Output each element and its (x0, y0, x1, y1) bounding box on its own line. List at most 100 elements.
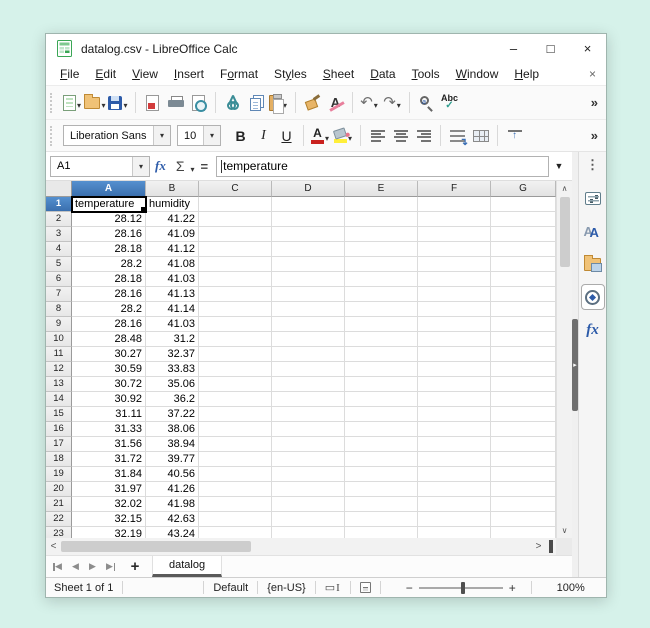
cell-A14[interactable]: 30.92 (72, 392, 146, 407)
row-header-10[interactable]: 10 (46, 332, 72, 347)
cell-C16[interactable] (199, 422, 272, 437)
new-document-button[interactable]: ▾ (61, 90, 84, 116)
cell-A19[interactable]: 31.84 (72, 467, 146, 482)
cell-A7[interactable]: 28.16 (72, 287, 146, 302)
horizontal-scroll-thumb[interactable] (61, 541, 251, 552)
print-button[interactable] (164, 90, 187, 116)
cell-F16[interactable] (418, 422, 491, 437)
cell-C19[interactable] (199, 467, 272, 482)
cell-G2[interactable] (491, 212, 556, 227)
cell-C22[interactable] (199, 512, 272, 527)
cell-A9[interactable]: 28.16 (72, 317, 146, 332)
menu-file[interactable]: File (52, 65, 87, 83)
row-header-8[interactable]: 8 (46, 302, 72, 317)
align-top-button[interactable]: ↑ (503, 123, 526, 149)
cell-C7[interactable] (199, 287, 272, 302)
horizontal-scrollbar[interactable]: < > (46, 538, 556, 555)
cell-B11[interactable]: 32.37 (146, 347, 199, 362)
next-sheet-button[interactable]: ▶ (84, 558, 101, 576)
cell-E10[interactable] (345, 332, 418, 347)
cell-E11[interactable] (345, 347, 418, 362)
column-header-G[interactable]: G (491, 181, 556, 197)
menu-styles[interactable]: Styles (266, 65, 315, 83)
sidebar-properties-button[interactable] (581, 185, 605, 211)
cell-F7[interactable] (418, 287, 491, 302)
cell-D23[interactable] (272, 527, 345, 538)
name-box[interactable]: A1 ▾ (50, 156, 150, 177)
zoom-in-button[interactable]: + (503, 581, 522, 595)
cell-B12[interactable]: 33.83 (146, 362, 199, 377)
cell-A3[interactable]: 28.16 (72, 227, 146, 242)
name-box-dropdown-arrow[interactable]: ▾ (132, 157, 149, 176)
cell-A2[interactable]: 28.12 (72, 212, 146, 227)
find-replace-button[interactable]: a (415, 90, 438, 116)
sidebar-functions-button[interactable]: fx (581, 317, 605, 343)
zoom-slider[interactable] (419, 587, 503, 589)
row-header-19[interactable]: 19 (46, 467, 72, 482)
cell-B3[interactable]: 41.09 (146, 227, 199, 242)
scroll-down-arrow[interactable]: ∨ (557, 523, 572, 538)
clear-formatting-button[interactable]: A (324, 90, 347, 116)
cell-F23[interactable] (418, 527, 491, 538)
cell-C14[interactable] (199, 392, 272, 407)
save-button[interactable]: ▾ (107, 90, 130, 116)
print-preview-button[interactable] (187, 90, 210, 116)
column-header-F[interactable]: F (418, 181, 491, 197)
cell-B14[interactable]: 36.2 (146, 392, 199, 407)
cell-E20[interactable] (345, 482, 418, 497)
cell-C21[interactable] (199, 497, 272, 512)
cell-B18[interactable]: 39.77 (146, 452, 199, 467)
row-header-20[interactable]: 20 (46, 482, 72, 497)
cell-B13[interactable]: 35.06 (146, 377, 199, 392)
formula-button[interactable]: = (201, 159, 209, 174)
cell-F10[interactable] (418, 332, 491, 347)
menu-format[interactable]: Format (212, 65, 266, 83)
vertical-scroll-thumb[interactable] (560, 197, 570, 267)
cell-E6[interactable] (345, 272, 418, 287)
cell-G10[interactable] (491, 332, 556, 347)
cell-F9[interactable] (418, 317, 491, 332)
cell-B16[interactable]: 38.06 (146, 422, 199, 437)
cell-D22[interactable] (272, 512, 345, 527)
cell-A13[interactable]: 30.72 (72, 377, 146, 392)
add-sheet-button[interactable]: + (124, 558, 146, 576)
cell-F13[interactable] (418, 377, 491, 392)
language-label[interactable]: {en-US} (267, 582, 306, 594)
cell-D3[interactable] (272, 227, 345, 242)
cell-E14[interactable] (345, 392, 418, 407)
cell-G1[interactable] (491, 197, 556, 212)
cell-E18[interactable] (345, 452, 418, 467)
row-header-16[interactable]: 16 (46, 422, 72, 437)
cell-B19[interactable]: 40.56 (146, 467, 199, 482)
cell-E1[interactable] (345, 197, 418, 212)
cell-C6[interactable] (199, 272, 272, 287)
cell-D11[interactable] (272, 347, 345, 362)
row-header-14[interactable]: 14 (46, 392, 72, 407)
close-button[interactable]: × (569, 34, 606, 63)
input-line[interactable]: temperature (216, 156, 549, 177)
cell-F2[interactable] (418, 212, 491, 227)
cell-F6[interactable] (418, 272, 491, 287)
cell-F5[interactable] (418, 257, 491, 272)
cell-E23[interactable] (345, 527, 418, 538)
row-header-6[interactable]: 6 (46, 272, 72, 287)
close-document-icon[interactable]: × (589, 67, 596, 81)
toolbar-overflow-button[interactable]: » (591, 95, 598, 110)
previous-sheet-button[interactable]: ◀ (67, 558, 84, 576)
cell-F14[interactable] (418, 392, 491, 407)
column-header-E[interactable]: E (345, 181, 418, 197)
row-header-1[interactable]: 1 (46, 197, 72, 212)
open-dropdown-arrow[interactable]: ▾ (101, 101, 105, 110)
cell-G8[interactable] (491, 302, 556, 317)
cell-G4[interactable] (491, 242, 556, 257)
column-header-C[interactable]: C (199, 181, 272, 197)
cell-G14[interactable] (491, 392, 556, 407)
cell-F15[interactable] (418, 407, 491, 422)
sidebar-splitter[interactable]: ▸ (572, 152, 578, 577)
cell-E16[interactable] (345, 422, 418, 437)
cell-B8[interactable]: 41.14 (146, 302, 199, 317)
vertical-scrollbar[interactable]: ∧ ∨ (556, 181, 572, 538)
cell-B20[interactable]: 41.26 (146, 482, 199, 497)
row-header-18[interactable]: 18 (46, 452, 72, 467)
expand-formula-bar-button[interactable]: ▼ (549, 156, 569, 177)
